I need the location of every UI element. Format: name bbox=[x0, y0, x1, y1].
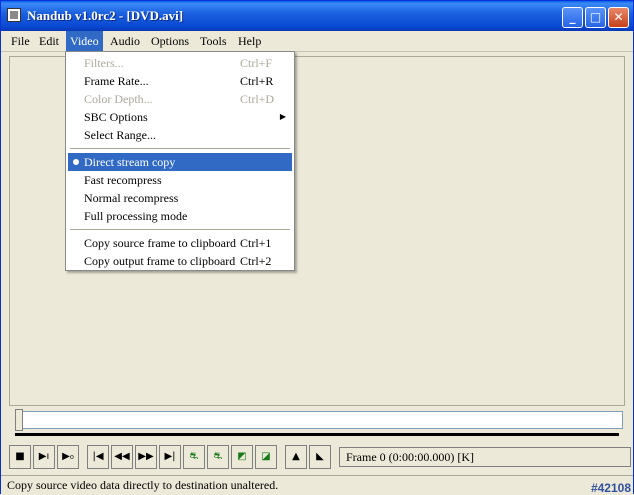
position-slider[interactable] bbox=[15, 411, 623, 429]
prev-key-icon[interactable]: ◀◀ bbox=[111, 445, 133, 469]
maximize-icon: □ bbox=[589, 10, 602, 24]
menu-separator bbox=[70, 229, 290, 230]
app-icon bbox=[7, 8, 21, 22]
radio-bullet-icon bbox=[73, 159, 79, 165]
maximize-button[interactable]: □ bbox=[585, 7, 606, 28]
menu-item-copy-output-frame[interactable]: Copy output frame to clipboard Ctrl+2 bbox=[68, 252, 292, 270]
app-window: Nandub v1.0rc2 - [DVD.avi] _ □ ✕ File Ed… bbox=[0, 0, 634, 495]
title-bar[interactable]: Nandub v1.0rc2 - [DVD.avi] _ □ ✕ bbox=[1, 1, 633, 31]
scene-back-icon[interactable]: ◩ bbox=[231, 445, 253, 469]
menu-item-normal-recompress[interactable]: Normal recompress bbox=[68, 189, 292, 207]
mark-in-arrow-icon[interactable]: ▲ bbox=[285, 445, 307, 469]
next-key-icon[interactable]: ▶▶ bbox=[135, 445, 157, 469]
close-button[interactable]: ✕ bbox=[608, 7, 629, 28]
menu-item-sbc-options[interactable]: SBC Options ▶ bbox=[68, 108, 292, 126]
corner-tag: #42108 bbox=[590, 481, 631, 495]
menu-item-direct-stream-copy[interactable]: Direct stream copy bbox=[68, 153, 292, 171]
menu-audio[interactable]: Audio bbox=[106, 31, 144, 51]
frame-indicator: Frame 0 (0:00:00.000) [K] bbox=[339, 447, 631, 467]
play-input-icon[interactable]: ▶ı bbox=[33, 445, 55, 469]
minimize-button[interactable]: _ bbox=[562, 7, 583, 28]
stop-icon[interactable]: ■ bbox=[9, 445, 31, 469]
menu-item-filters[interactable]: Filters... Ctrl+F bbox=[68, 54, 292, 72]
mark-out-icon[interactable]: ⛐ bbox=[207, 445, 229, 469]
mark-out-arrow-icon[interactable]: ◣ bbox=[309, 445, 331, 469]
menu-bar: File Edit Video Audio Options Tools Help bbox=[1, 31, 633, 52]
menu-video[interactable]: Video bbox=[66, 31, 103, 51]
minimize-icon: _ bbox=[569, 10, 576, 24]
end-icon[interactable]: ▶| bbox=[159, 445, 181, 469]
menu-item-fast-recompress[interactable]: Fast recompress bbox=[68, 171, 292, 189]
menu-item-color-depth[interactable]: Color Depth... Ctrl+D bbox=[68, 90, 292, 108]
menu-help[interactable]: Help bbox=[234, 31, 265, 51]
menu-item-frame-rate[interactable]: Frame Rate... Ctrl+R bbox=[68, 72, 292, 90]
menu-item-select-range[interactable]: Select Range... bbox=[68, 126, 292, 144]
video-menu-dropdown: Filters... Ctrl+F Frame Rate... Ctrl+R C… bbox=[65, 51, 295, 271]
status-bar: Copy source video data directly to desti… bbox=[1, 475, 633, 495]
slider-baseline bbox=[15, 433, 619, 436]
start-icon[interactable]: |◀ bbox=[87, 445, 109, 469]
mark-in-icon[interactable]: ⛐ bbox=[183, 445, 205, 469]
menu-tools[interactable]: Tools bbox=[196, 31, 231, 51]
menu-file[interactable]: File bbox=[7, 31, 34, 51]
scene-forward-icon[interactable]: ◪ bbox=[255, 445, 277, 469]
menu-options[interactable]: Options bbox=[147, 31, 193, 51]
submenu-arrow-icon: ▶ bbox=[279, 112, 286, 121]
frame-text: Frame 0 (0:00:00.000) [K] bbox=[346, 450, 474, 464]
menu-separator bbox=[70, 148, 290, 149]
slider-thumb[interactable] bbox=[15, 409, 23, 431]
status-text: Copy source video data directly to desti… bbox=[7, 478, 279, 492]
play-output-icon[interactable]: ▶₀ bbox=[57, 445, 79, 469]
window-title: Nandub v1.0rc2 - [DVD.avi] bbox=[27, 8, 184, 23]
menu-edit[interactable]: Edit bbox=[35, 31, 63, 51]
menu-item-full-processing[interactable]: Full processing mode bbox=[68, 207, 292, 225]
menu-item-copy-source-frame[interactable]: Copy source frame to clipboard Ctrl+1 bbox=[68, 234, 292, 252]
close-icon: ✕ bbox=[613, 10, 624, 24]
